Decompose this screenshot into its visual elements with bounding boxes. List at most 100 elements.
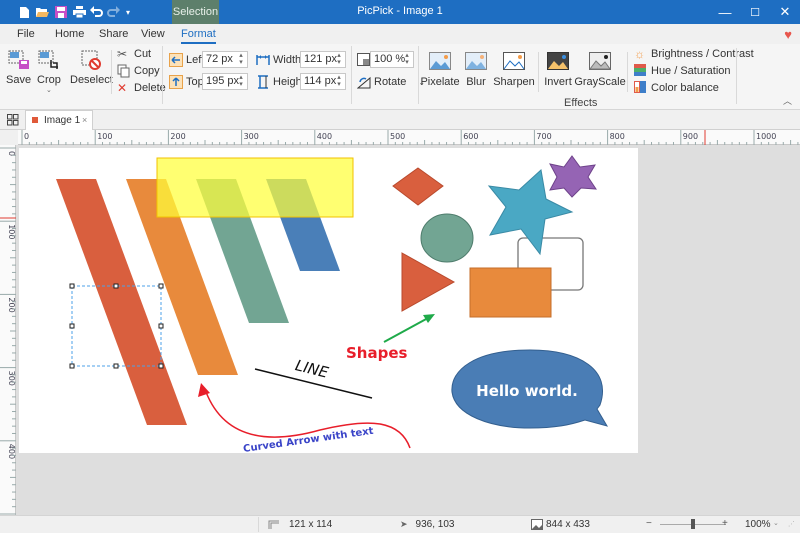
scissors-icon: ✂	[117, 47, 128, 61]
tab-view[interactable]: View	[141, 28, 165, 40]
blur-button[interactable]: Blur	[464, 52, 488, 88]
resize-handle[interactable]	[113, 363, 119, 369]
hue-saturation-button[interactable]: Hue / Saturation	[634, 63, 731, 79]
close-button[interactable]: ✕	[770, 0, 800, 24]
crop-label: Crop	[37, 74, 61, 86]
tab-home[interactable]: Home	[55, 28, 84, 40]
resize-grip-icon[interactable]: ⋰	[788, 520, 795, 528]
pixelate-button[interactable]: Pixelate	[420, 52, 460, 88]
height-input[interactable]: 114 px ▴ ▾	[300, 73, 346, 90]
save-selection-icon	[8, 50, 29, 69]
grid-view-icon[interactable]	[7, 114, 19, 126]
minimize-button[interactable]: —	[710, 0, 740, 24]
rotate-button[interactable]: Rotate ⌄	[357, 74, 425, 90]
curved-arrow-text[interactable]: Curved Arrow with text	[243, 426, 375, 453]
resize-handle[interactable]	[158, 283, 164, 289]
blur-icon	[465, 52, 487, 70]
title-bar: ▾ Selection PicPick - Image 1 — ☐ ✕	[0, 0, 800, 24]
top-field-label: Top	[169, 74, 204, 90]
invert-button[interactable]: Invert	[544, 52, 572, 88]
deselect-label: Deselect	[70, 74, 113, 86]
spin-arrows-icon[interactable]: ▴ ▾	[335, 74, 343, 88]
six-point-star-shape[interactable]	[549, 155, 597, 198]
zoom-dropdown-icon[interactable]: ⌄	[773, 519, 779, 527]
maximize-button[interactable]: ☐	[740, 0, 770, 24]
cursor-icon: ➤	[400, 519, 408, 529]
left-input[interactable]: 72 px ▴ ▾	[202, 51, 248, 68]
zoom-in-button[interactable]: +	[722, 518, 728, 529]
spin-arrows-icon[interactable]: ▴ ▾	[403, 52, 411, 66]
resize-handle[interactable]	[158, 363, 164, 369]
orange-rect-shape[interactable]	[469, 267, 552, 318]
separator	[736, 48, 737, 104]
width-icon	[256, 55, 270, 65]
separator	[111, 50, 112, 94]
zoom-out-button[interactable]: −	[646, 518, 652, 529]
window-title: PicPick - Image 1	[357, 5, 443, 17]
hue-icon	[634, 64, 646, 76]
speech-bubble-text[interactable]: Hello world.	[476, 382, 578, 400]
ruler-label: 200	[170, 132, 185, 141]
zoom-level[interactable]: 100%	[745, 519, 771, 530]
image-canvas[interactable]: LINE Curved Arrow with text Shapes Hello…	[19, 148, 638, 453]
zoom-slider-thumb[interactable]	[691, 519, 695, 529]
document-tab-bar: Image 1 ×	[0, 110, 800, 130]
resize-handle[interactable]	[69, 363, 75, 369]
spin-arrows-icon[interactable]: ▴ ▾	[335, 52, 343, 66]
rotate-icon	[357, 76, 371, 89]
tab-share[interactable]: Share	[99, 28, 128, 40]
hue-label: Hue / Saturation	[651, 65, 731, 77]
tab-label: Image 1	[44, 115, 81, 126]
copy-button[interactable]: Copy	[117, 63, 160, 79]
left-value: 72 px	[206, 53, 233, 65]
ruler-label: 200	[7, 297, 16, 312]
top-input[interactable]: 195 px ▴ ▾	[202, 73, 248, 90]
sharpen-button[interactable]: Sharpen	[493, 52, 535, 88]
green-arrow[interactable]	[383, 317, 429, 343]
line-label[interactable]: LINE	[293, 356, 330, 382]
image-tab-icon	[32, 117, 38, 123]
tab-format[interactable]: Format	[181, 28, 216, 44]
save-button[interactable]: Save	[6, 50, 31, 86]
tab-image-1[interactable]: Image 1 ×	[25, 110, 93, 130]
crop-button[interactable]: Crop ⌄	[37, 50, 61, 94]
width-input[interactable]: 121 px ▴ ▾	[300, 51, 346, 68]
image-size-icon	[531, 519, 543, 530]
separator	[162, 46, 163, 104]
sharpen-icon	[503, 52, 525, 70]
separator	[258, 517, 259, 532]
ruler-corner	[0, 130, 18, 145]
save-label: Save	[6, 74, 32, 86]
shapes-label[interactable]: Shapes	[346, 344, 408, 362]
collapse-ribbon-icon[interactable]: ︿	[783, 94, 792, 107]
spin-arrows-icon[interactable]: ▴ ▾	[237, 52, 245, 66]
invert-label: Invert	[544, 76, 572, 88]
circle-shape[interactable]	[420, 213, 474, 263]
status-bar: 121 x 114 ➤ 936, 103 844 x 433 − + 100% …	[0, 515, 800, 533]
delete-button[interactable]: ✕ Delete	[117, 80, 166, 96]
vertical-ruler: 01002003004000	[0, 145, 16, 515]
cut-button[interactable]: ✂ Cut	[117, 46, 151, 62]
yellow-highlight-rect[interactable]	[156, 157, 354, 218]
selection-size-status: 121 x 114	[268, 519, 332, 530]
spin-arrows-icon[interactable]: ▴ ▾	[237, 74, 245, 88]
resize-handle[interactable]	[113, 283, 119, 289]
heart-icon[interactable]: ♥	[784, 27, 792, 42]
crop-dropdown-icon[interactable]: ⌄	[46, 86, 52, 94]
diamond-shape[interactable]	[392, 167, 444, 206]
color-balance-icon	[634, 81, 646, 93]
pixelate-icon	[429, 52, 451, 70]
grayscale-button[interactable]: GrayScale	[574, 52, 626, 88]
copy-icon	[117, 64, 130, 78]
deselect-button[interactable]: Deselect	[70, 50, 113, 86]
width-label: Width	[273, 54, 302, 66]
color-balance-button[interactable]: Color balance	[634, 80, 719, 96]
tab-file[interactable]: File	[17, 28, 35, 40]
resize-handle[interactable]	[69, 323, 75, 329]
resize-handle[interactable]	[69, 283, 75, 289]
image-size-status: 844 x 433	[531, 519, 590, 530]
close-tab-icon[interactable]: ×	[82, 115, 87, 125]
resize-handle[interactable]	[158, 323, 164, 329]
opacity-input[interactable]: 100 % ▴ ▾	[370, 51, 414, 68]
blur-label: Blur	[466, 76, 486, 88]
